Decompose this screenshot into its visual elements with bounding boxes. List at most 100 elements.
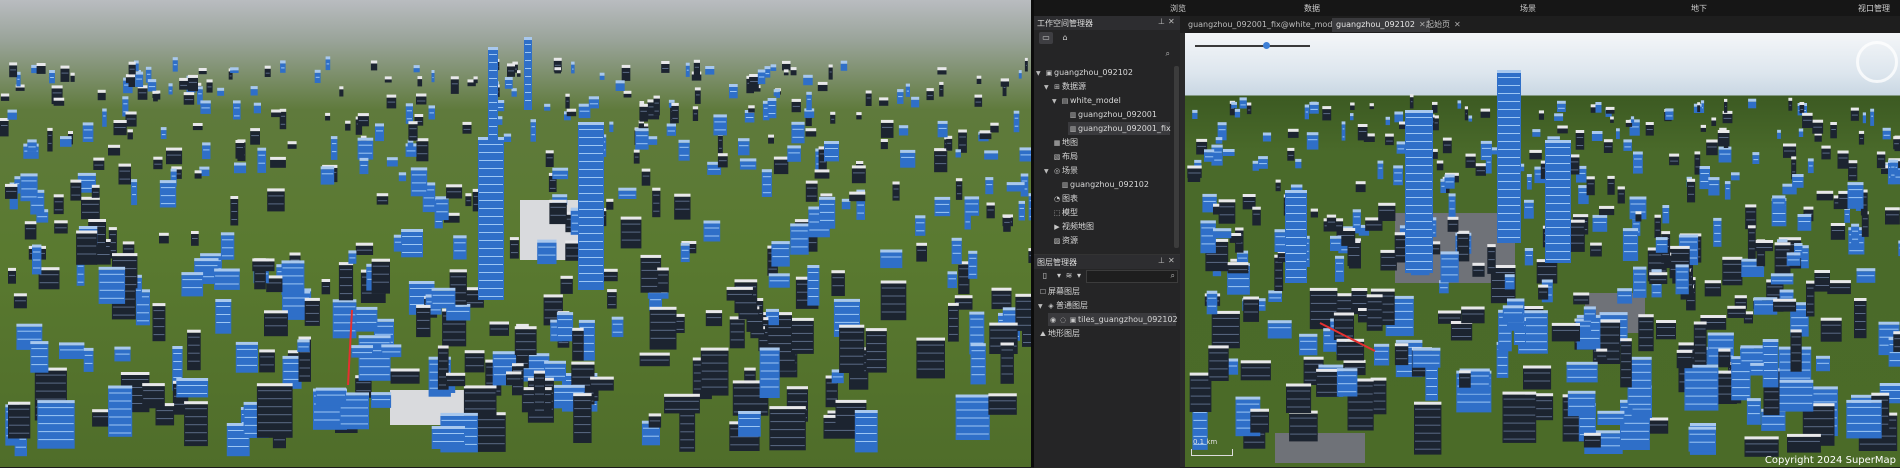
compass-icon[interactable] [1856, 41, 1898, 83]
building-window-row [1349, 410, 1373, 411]
building-roof [119, 164, 132, 167]
left-scene-view[interactable] [0, 0, 1031, 467]
menu-scene[interactable]: 场景 [1520, 3, 1536, 14]
building [1019, 73, 1022, 79]
building-window-row [1498, 125, 1520, 126]
building-roof [1652, 269, 1662, 272]
menu-underground[interactable]: 地下 [1691, 3, 1707, 14]
building-roof [1813, 386, 1838, 389]
building [1593, 218, 1608, 232]
menu-browse[interactable]: 浏览 [1170, 3, 1186, 14]
menu-viewport[interactable]: 视口管理 [1858, 3, 1890, 14]
building-window-row [894, 189, 899, 190]
expand-icon[interactable]: ▼ [1038, 300, 1046, 313]
layer-item-terrain[interactable]: ⛰地形图层 [1038, 327, 1176, 340]
building-window-row [267, 282, 281, 283]
building-roof [1437, 161, 1444, 164]
building [881, 142, 888, 149]
building [152, 94, 158, 98]
right-scene-view[interactable]: 0.1 km Copyright 2024 SuperMap [1185, 33, 1900, 467]
building-window-row [1538, 274, 1557, 275]
tree-item-scene-1[interactable]: ▥guangzhou_092102 [1060, 178, 1170, 191]
building-roof [1529, 150, 1541, 153]
workspace-search[interactable]: ⌕ [1036, 50, 1170, 60]
tree-item-workspace[interactable]: ▼▣guangzhou_092102 [1036, 66, 1170, 79]
building-roof [1304, 357, 1324, 360]
slider-thumb[interactable] [1263, 42, 1270, 49]
layer-item-normal[interactable]: ▼◈普通图层 [1038, 299, 1176, 312]
building-window-row [1598, 418, 1623, 419]
close-icon[interactable]: ✕ [1168, 17, 1175, 26]
building [345, 124, 350, 131]
tab-white-model[interactable]: guangzhou_092001_fix@white_model✕ [1184, 18, 1354, 32]
building-window-row [579, 145, 603, 146]
pin-icon[interactable]: ⊥ [1158, 256, 1165, 265]
building-roof [1656, 320, 1676, 323]
building-window-row [1426, 370, 1437, 371]
tree-item-datasources[interactable]: ▼⊞数据源 [1044, 80, 1170, 93]
layer-search-input[interactable]: ⌕ [1086, 270, 1178, 283]
tree-item-white-model[interactable]: ▼▤white_model [1052, 94, 1170, 107]
building-window-row [719, 160, 727, 161]
building-roof [937, 67, 946, 70]
expand-icon[interactable]: ▼ [1044, 81, 1052, 94]
search-icon[interactable]: ⌕ [1171, 271, 1175, 281]
building [506, 374, 521, 385]
tree-item-video-maps[interactable]: ▶视频地图 [1044, 220, 1170, 233]
tree-item-dataset-2[interactable]: ▥guangzhou_092001_fix [1068, 122, 1170, 135]
building-window-row [1286, 197, 1306, 198]
building-roof [25, 221, 37, 224]
close-icon[interactable]: ✕ [1454, 20, 1461, 29]
building [1443, 141, 1452, 154]
building-roof [1466, 154, 1476, 157]
building-window-row [182, 279, 202, 280]
close-icon[interactable]: ✕ [1168, 256, 1175, 265]
building-roof [694, 60, 700, 63]
select-eye-icon[interactable]: ◌ [1058, 314, 1068, 327]
dropdown-icon[interactable]: ▾ [1072, 270, 1086, 282]
tree-item-layouts[interactable]: ▧布局 [1044, 150, 1170, 163]
building [1003, 218, 1011, 232]
checkbox-icon[interactable]: ☐ [1038, 286, 1048, 299]
building-window-row [317, 395, 345, 396]
tab-scene[interactable]: guangzhou_092102✕ [1332, 18, 1430, 32]
building [1322, 109, 1331, 120]
building-roof [1755, 240, 1773, 243]
expand-icon[interactable]: ▼ [1052, 95, 1060, 108]
building-roof [579, 320, 595, 323]
layer-style-icon[interactable]: ▯ [1038, 270, 1052, 282]
tree-item-resources[interactable]: ▨资源 [1044, 234, 1170, 247]
height-slider[interactable] [1195, 45, 1310, 47]
open-folder-icon[interactable]: ⌂ [1058, 32, 1072, 44]
expand-icon[interactable]: ▼ [1036, 67, 1044, 80]
building-roof [507, 63, 515, 66]
building [8, 271, 16, 284]
tree-item-scenes[interactable]: ▼◎场景 [1044, 164, 1170, 177]
expand-icon[interactable]: ▼ [1044, 165, 1052, 178]
pin-icon[interactable]: ⊥ [1158, 17, 1165, 26]
building [234, 166, 246, 174]
building-window-row [489, 70, 497, 71]
search-icon[interactable]: ⌕ [1166, 49, 1170, 59]
building-window-row [1732, 395, 1749, 396]
building-window-row [356, 390, 370, 391]
building-window-row [1546, 259, 1570, 260]
tree-item-symbols[interactable]: ◔图表 [1044, 192, 1170, 205]
building-roof [1745, 204, 1756, 207]
tree-item-maps[interactable]: ▦地图 [1044, 136, 1170, 149]
menu-data[interactable]: 数据 [1304, 3, 1320, 14]
tree-item-dataset-1[interactable]: ▥guangzhou_092001 [1068, 108, 1170, 121]
workspace-scrollbar[interactable] [1174, 66, 1179, 248]
tab-start-page[interactable]: 起始页✕ [1422, 18, 1465, 32]
visible-eye-icon[interactable]: ◉ [1048, 314, 1058, 327]
building-window-row [409, 128, 416, 129]
tree-item-models[interactable]: ⬚模型 [1044, 206, 1170, 219]
building-roof [99, 267, 126, 270]
layer-item-screen[interactable]: ☐屏幕图层 [1038, 285, 1176, 298]
building-roof [54, 220, 67, 223]
workspace-view-icon[interactable]: ▭ [1039, 32, 1053, 44]
building-window-row [1504, 312, 1522, 313]
layer-item-tiles[interactable]: ◉◌▣tiles_guangzhou_092102 [1048, 313, 1176, 326]
building-roof [815, 169, 830, 172]
building [326, 59, 331, 70]
